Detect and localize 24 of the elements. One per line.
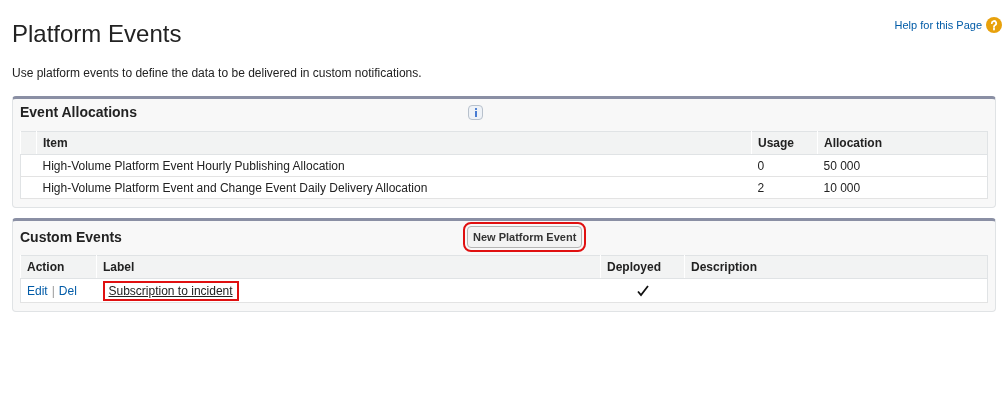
table-cell: 2 — [757, 180, 765, 195]
column-header: Action — [27, 260, 65, 274]
help-link[interactable]: Help for this Page — [894, 17, 982, 34]
section-title: Custom Events — [20, 227, 123, 247]
column-header: Item — [43, 136, 68, 150]
table-cell: High-Volume Platform Event and Change Event Daily Delivery Allocation — [42, 180, 428, 195]
page-title: Platform Events — [12, 19, 182, 49]
table-cell: 0 — [757, 158, 765, 173]
action-link[interactable]: Edit — [27, 283, 48, 298]
column-header: Allocation — [824, 136, 882, 150]
info-icon[interactable] — [468, 104, 483, 120]
table-cell: 50 000 — [823, 158, 861, 173]
event-label-link[interactable]: Subscription to incident — [102, 280, 239, 301]
column-header: Description — [691, 260, 757, 274]
action-link[interactable]: Del — [58, 283, 77, 298]
page-description: Use platform events to define the data to be delivered in custom notifications. — [12, 65, 423, 82]
table-cell: 10 000 — [823, 180, 861, 195]
section-title: Event Allocations — [20, 102, 138, 122]
column-header: Usage — [758, 136, 795, 150]
separator: | — [51, 283, 55, 298]
help-icon[interactable] — [986, 17, 1002, 34]
table-cell: High-Volume Platform Event Hourly Publishing Allocation — [42, 158, 345, 173]
column-header: Label — [103, 260, 135, 274]
column-header: Deployed — [607, 260, 661, 274]
